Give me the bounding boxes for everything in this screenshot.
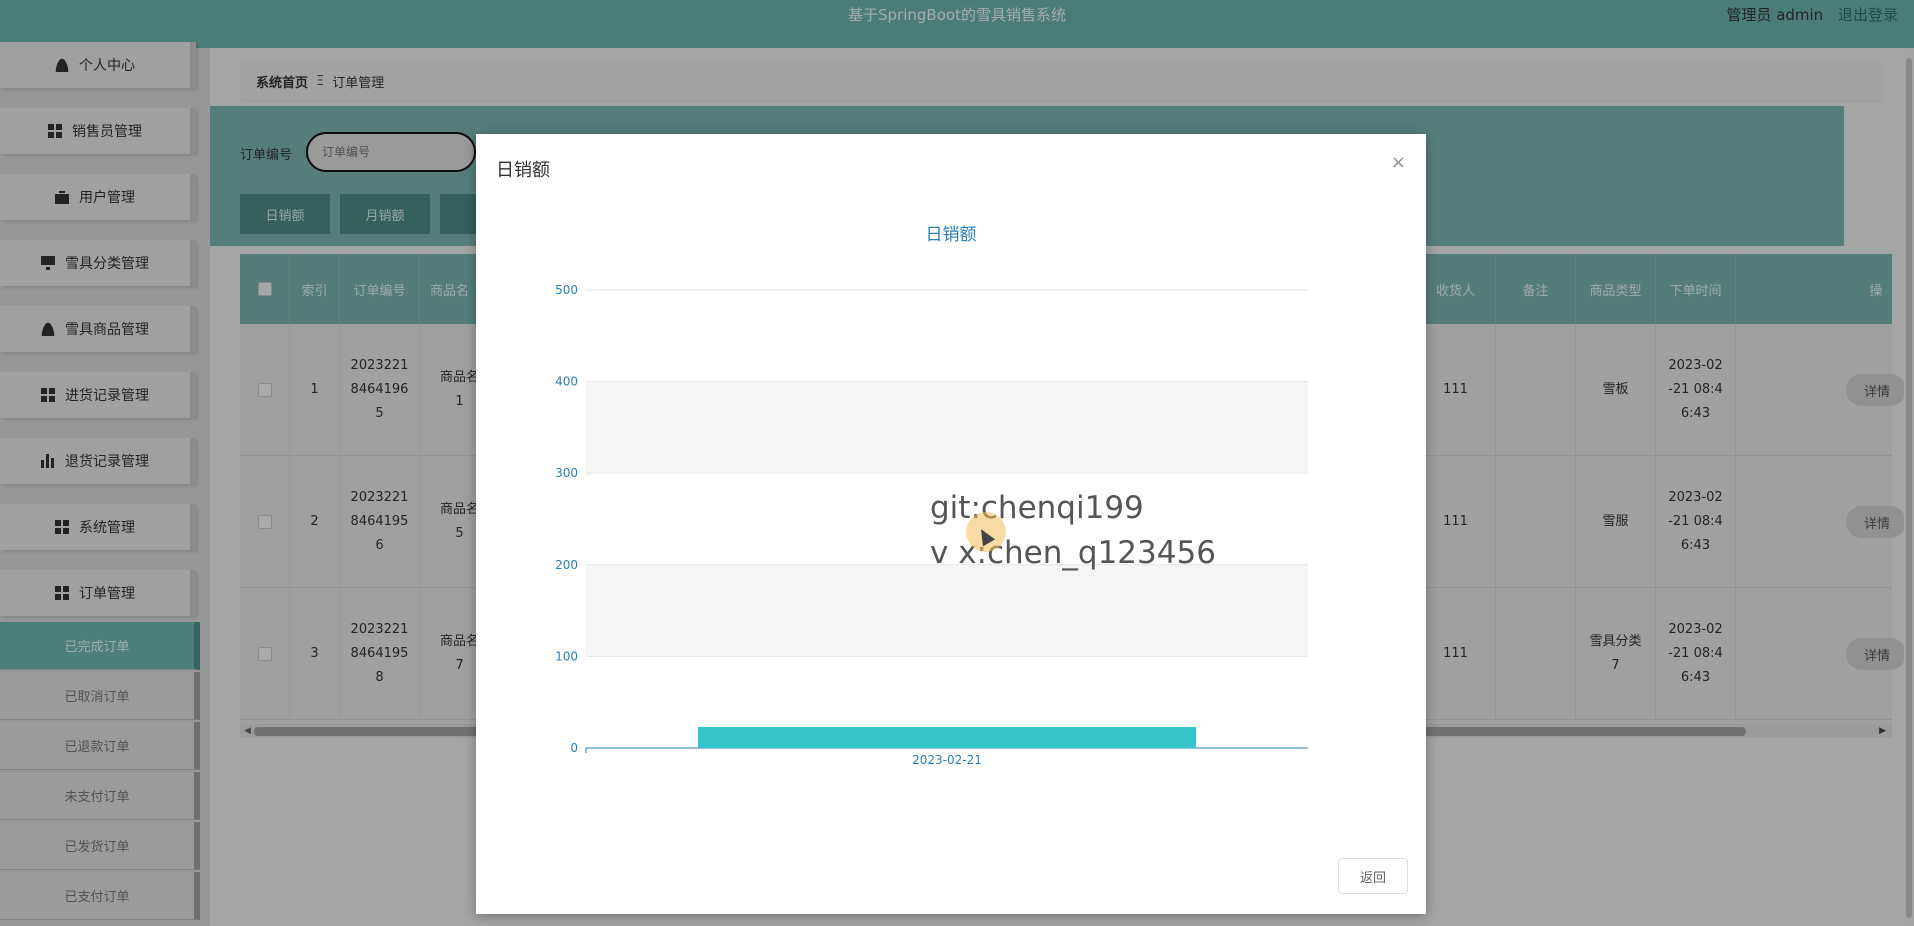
- grid-band: [586, 564, 1308, 657]
- sales-chart-dialog: 日销额 × 日销额 0 100 200 300 400 500 2023-02-21 git…: [476, 134, 1426, 914]
- y-tick-label: 300: [555, 466, 578, 480]
- grid-band: [586, 381, 1308, 474]
- y-tick-label: 500: [555, 283, 578, 297]
- close-icon[interactable]: ×: [1391, 152, 1406, 173]
- chart-title: 日销额: [925, 225, 977, 245]
- grid-band: [586, 290, 1308, 382]
- bar[interactable]: [697, 726, 1197, 748]
- y-tick-label: 400: [555, 375, 578, 389]
- y-tick-label: 200: [555, 558, 578, 572]
- y-tick-label: 0: [570, 741, 578, 755]
- y-tick-label: 100: [555, 649, 578, 663]
- back-button[interactable]: 返回: [1338, 858, 1408, 894]
- dialog-title: 日销额: [496, 160, 550, 181]
- x-tick-label: 2023-02-21: [912, 753, 982, 767]
